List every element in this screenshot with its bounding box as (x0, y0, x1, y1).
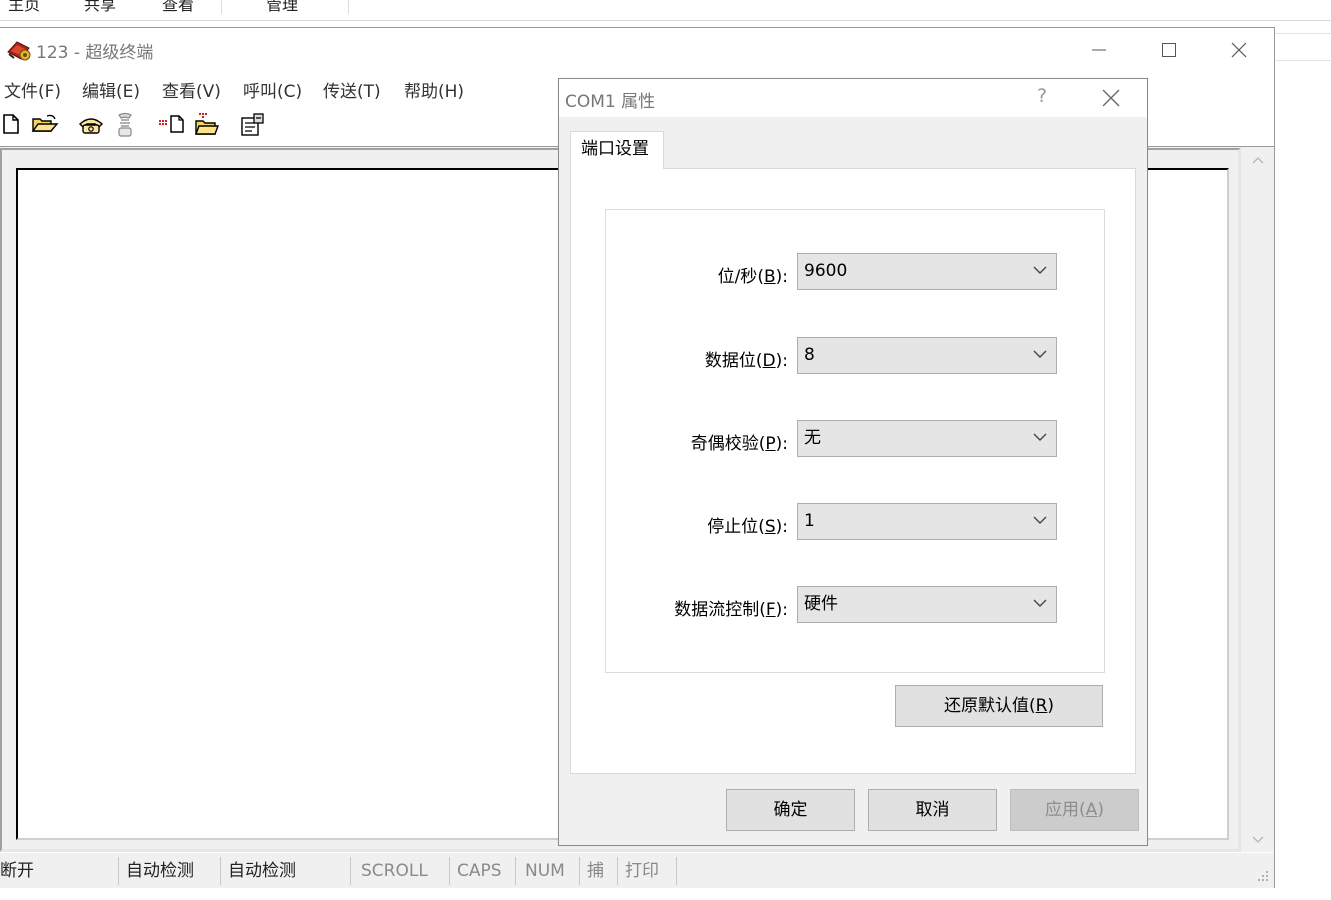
com1-properties-dialog: COM1 属性 ? 端口设置 位/秒(B): 9600 数据位(D): 8 奇偶… (558, 78, 1148, 846)
disconnect-phone-icon[interactable] (112, 112, 138, 138)
flow-control-label: 数据流控制(F): (674, 600, 788, 620)
chevron-down-icon (1033, 350, 1047, 359)
apply-button[interactable]: 应用(A) (1010, 789, 1139, 831)
window-title: 123 - 超级终端 (36, 43, 154, 63)
data-bits-label: 数据位(D): (704, 351, 788, 371)
close-button[interactable] (1204, 28, 1274, 72)
ribbon-tab-view[interactable]: 查看 (162, 0, 194, 15)
ribbon-separator (221, 0, 222, 14)
cancel-button[interactable]: 取消 (868, 789, 997, 831)
tab-port-settings[interactable]: 端口设置 (570, 131, 664, 169)
explorer-ribbon: 主页 共享 查看 管理 (0, 0, 1331, 21)
ok-button[interactable]: 确定 (726, 789, 855, 831)
bits-per-second-label: 位/秒(B): (717, 267, 788, 287)
receive-file-icon[interactable] (193, 112, 220, 138)
ribbon-separator (348, 0, 349, 14)
properties-icon[interactable] (240, 112, 266, 138)
menu-view[interactable]: 查看(V) (162, 77, 221, 102)
flow-control-value: 硬件 (804, 594, 838, 614)
status-scroll: SCROLL (355, 857, 450, 885)
close-icon (1231, 42, 1247, 58)
chevron-down-icon (1033, 266, 1047, 275)
scroll-down-icon[interactable] (1252, 836, 1264, 844)
vertical-scrollbar[interactable] (1241, 148, 1274, 852)
send-file-icon[interactable] (158, 112, 184, 138)
maximize-icon (1161, 42, 1177, 58)
port-settings-group: 位/秒(B): 9600 数据位(D): 8 奇偶校验(P): 无 停止位(S)… (605, 209, 1105, 673)
dialog-close-button[interactable] (1101, 88, 1121, 108)
ribbon-tab-share[interactable]: 共享 (84, 0, 116, 15)
close-icon (1102, 89, 1120, 107)
menu-edit[interactable]: 编辑(E) (82, 77, 140, 102)
help-button[interactable]: ? (1037, 85, 1047, 107)
tab-page-port-settings: 位/秒(B): 9600 数据位(D): 8 奇偶校验(P): 无 停止位(S)… (570, 168, 1136, 774)
stop-bits-select[interactable]: 1 (797, 503, 1057, 540)
maximize-button[interactable] (1134, 28, 1204, 72)
explorer-address-strip (1274, 33, 1331, 61)
status-port-settings: 自动检测 (222, 857, 351, 885)
status-capture: 捕 (581, 857, 618, 885)
bits-per-second-value: 9600 (804, 261, 848, 281)
stop-bits-label: 停止位(S): (707, 517, 788, 537)
flow-control-select[interactable]: 硬件 (797, 586, 1057, 623)
parity-select[interactable]: 无 (797, 420, 1057, 457)
status-connection: 断开 (0, 857, 119, 885)
status-print: 打印 (619, 857, 677, 885)
dialog-title: COM1 属性 (565, 92, 656, 112)
chevron-down-icon (1033, 433, 1047, 442)
status-terminal-type: 自动检测 (120, 857, 221, 885)
chevron-down-icon (1033, 516, 1047, 525)
hyperterminal-icon[interactable] (5, 38, 33, 62)
parity-label: 奇偶校验(P): (690, 434, 788, 454)
parity-value: 无 (804, 428, 821, 448)
menu-transfer[interactable]: 传送(T) (323, 77, 381, 102)
data-bits-select[interactable]: 8 (797, 337, 1057, 374)
status-caps: CAPS (451, 857, 516, 885)
data-bits-value: 8 (804, 345, 815, 365)
chevron-down-icon (1033, 599, 1047, 608)
open-folder-icon[interactable] (31, 112, 59, 138)
menu-call[interactable]: 呼叫(C) (243, 77, 302, 102)
menu-help[interactable]: 帮助(H) (404, 77, 464, 102)
ribbon-tab-manage[interactable]: 管理 (266, 0, 298, 15)
bits-per-second-select[interactable]: 9600 (797, 253, 1057, 290)
ribbon-tab-home[interactable]: 主页 (8, 0, 40, 15)
resize-grip-icon[interactable] (1256, 869, 1270, 883)
window-titlebar[interactable]: 123 - 超级终端 (0, 28, 1274, 72)
scroll-up-icon[interactable] (1252, 156, 1264, 164)
call-phone-icon[interactable] (77, 112, 104, 138)
restore-defaults-button[interactable]: 还原默认值(R) (895, 685, 1103, 727)
minimize-button[interactable] (1064, 28, 1134, 72)
minimize-icon (1091, 42, 1107, 58)
stop-bits-value: 1 (804, 511, 815, 531)
dialog-titlebar[interactable]: COM1 属性 ? (559, 79, 1147, 117)
statusbar: 断开 自动检测 自动检测 SCROLL CAPS NUM 捕 打印 (0, 852, 1274, 888)
new-document-icon[interactable] (0, 112, 26, 138)
menu-file[interactable]: 文件(F) (4, 77, 61, 102)
status-num: NUM (519, 857, 580, 885)
